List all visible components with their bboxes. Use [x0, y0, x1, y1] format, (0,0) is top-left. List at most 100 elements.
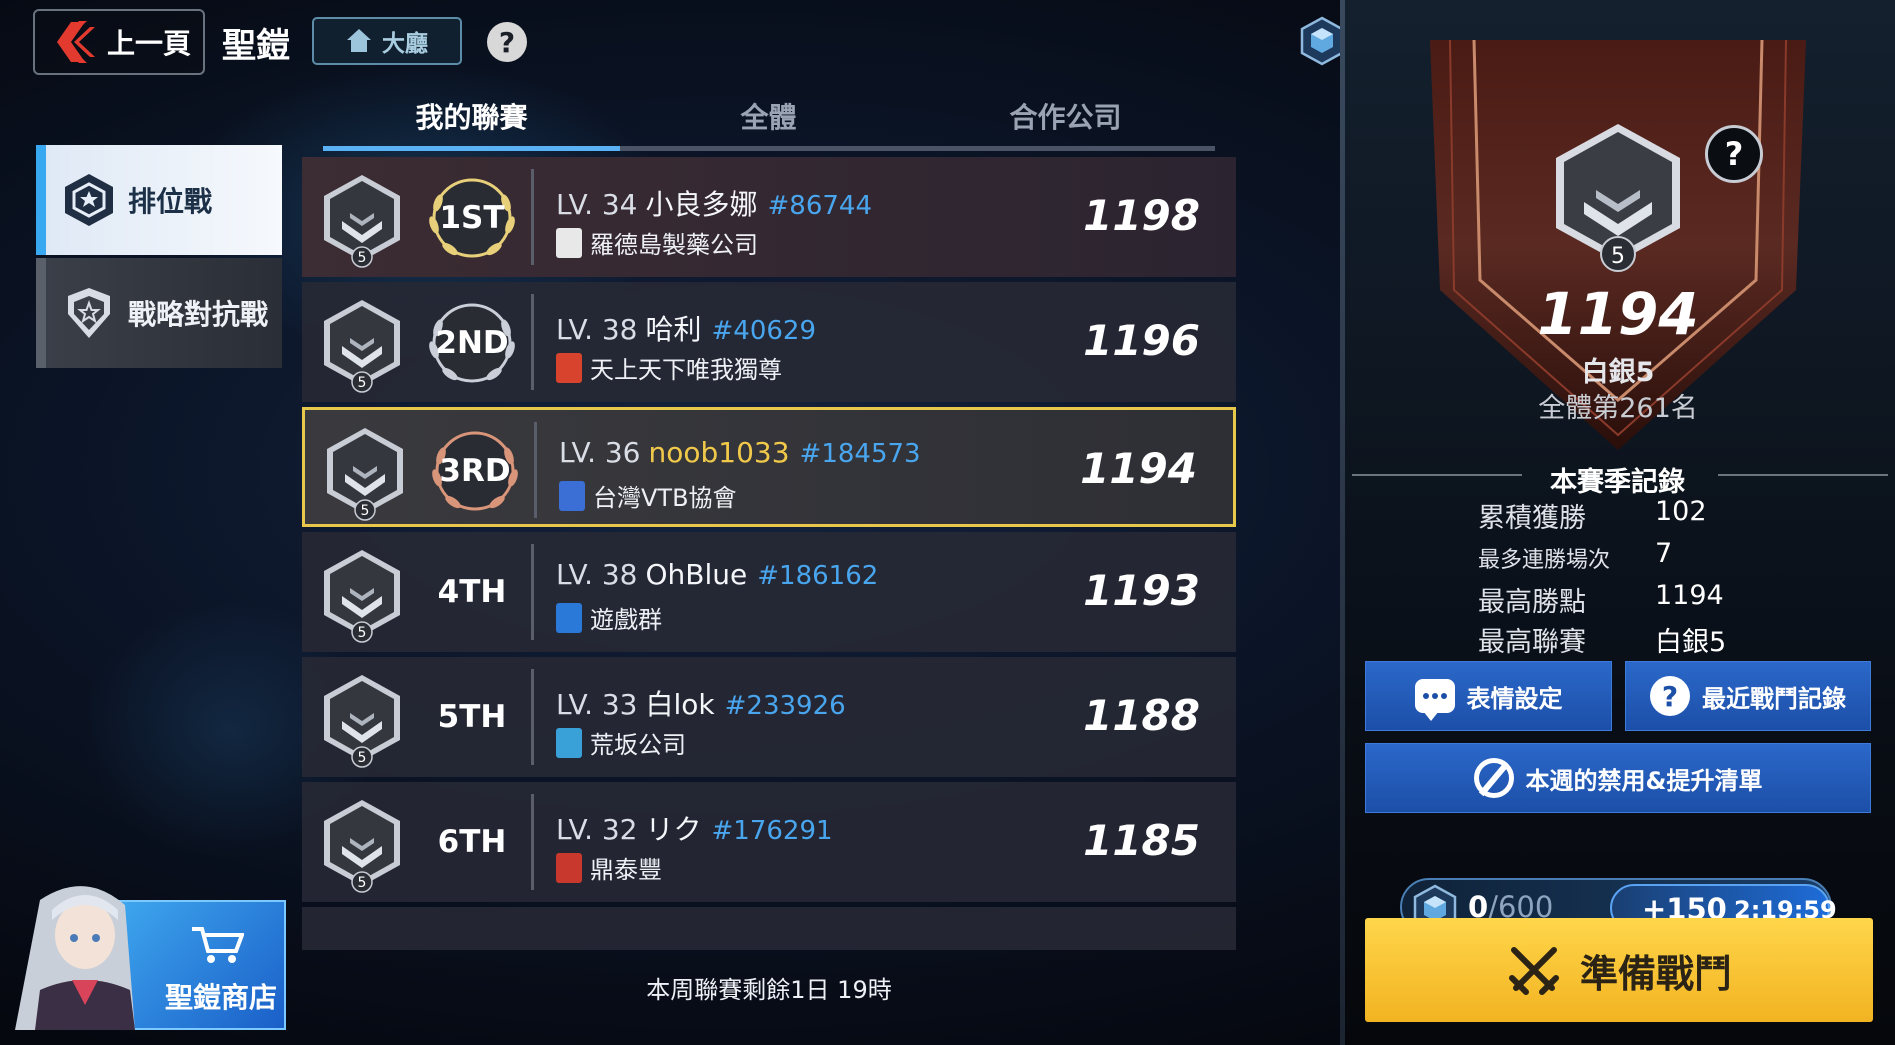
sidebar-item-label: 排位戰	[128, 185, 213, 218]
chat-bubble-icon	[1414, 679, 1455, 721]
tier-badge-icon: 5	[323, 426, 407, 522]
ranking-row[interactable]: 5 3RD LV. 36 noob1033 #184573 台灣VTB協會 11…	[302, 407, 1236, 527]
ranking-list[interactable]: 5 1ST LV. 34 小良多娜 #86744 羅德島製藥公司 1198 5 …	[302, 157, 1236, 950]
player-name: 小良多娜	[645, 188, 758, 221]
tab-partner-company[interactable]: 合作公司	[917, 96, 1214, 136]
back-chevron-icon	[57, 19, 97, 65]
silver-rank-badge-icon: 5	[1548, 120, 1688, 280]
tier-number: 5	[358, 625, 367, 641]
player-info: LV. 38 OhBlue #186162	[556, 558, 878, 591]
stat-label: 最高勝點	[1478, 587, 1586, 618]
rank-help-question-icon[interactable]: ?	[1705, 125, 1763, 183]
league-tabs: 我的聯賽 全體 合作公司	[323, 96, 1215, 152]
player-info: LV. 36 noob1033 #184573	[559, 436, 921, 469]
stat-value: 白銀5	[1655, 627, 1727, 658]
tabs-active-indicator	[323, 146, 620, 151]
player-tag: #176291	[711, 816, 833, 846]
back-button[interactable]: 上一頁	[33, 9, 205, 75]
sidebar-item-ranked[interactable]: 排位戰	[36, 145, 282, 255]
ban-list-label: 本週的禁用&提升清單	[1525, 766, 1763, 795]
sidebar-item-label: 戰略對抗戰	[128, 298, 269, 331]
ranking-row[interactable]: 5 1ST LV. 34 小良多娜 #86744 羅德島製藥公司 1198	[302, 157, 1236, 277]
row-divider	[531, 669, 534, 765]
ranking-row[interactable]: 5 2ND LV. 38 哈利 #40629 天上天下唯我獨尊 1196	[302, 282, 1236, 402]
guild-info: 遊戲群	[556, 600, 662, 635]
player-name: OhBlue	[645, 558, 748, 591]
stat-value: 1194	[1655, 580, 1724, 611]
player-level: LV. 38	[556, 558, 638, 591]
player-score: 1196	[1083, 316, 1200, 365]
row-divider	[531, 294, 534, 390]
lobby-button[interactable]: 大廳	[312, 17, 462, 65]
rank-label: 5TH	[437, 699, 507, 735]
player-level: LV. 33	[556, 688, 638, 721]
guild-name: 荒坂公司	[590, 731, 686, 759]
player-info: LV. 33 白lok #233926	[556, 683, 846, 723]
shopping-cart-icon	[190, 925, 245, 965]
tier-badge-icon: 5	[320, 798, 404, 894]
ban-icon	[1473, 758, 1514, 798]
player-name: 白lok	[645, 688, 715, 721]
guild-name: 鼎泰豐	[590, 856, 662, 884]
row-divider	[531, 544, 534, 640]
player-level: LV. 38	[556, 313, 638, 346]
player-tag: #186162	[757, 561, 879, 591]
row-divider	[534, 422, 537, 518]
guild-name: 台灣VTB協會	[593, 484, 737, 512]
guild-name: 天上天下唯我獨尊	[590, 356, 782, 384]
rank-label: 6TH	[437, 824, 507, 860]
stat-label: 最多連勝場次	[1478, 548, 1611, 573]
shop-label: 聖鎧商店	[165, 981, 278, 1014]
tier-number: 5	[358, 750, 367, 766]
big-badge-tier: 5	[1611, 244, 1625, 269]
guild-emblem-icon	[556, 227, 582, 258]
guild-emblem-icon	[556, 352, 582, 383]
rank-label: 1ST	[439, 200, 505, 236]
tab-all[interactable]: 全體	[620, 96, 917, 136]
rank-medal-icon: 3RD	[423, 424, 527, 518]
tier-badge-icon: 5	[320, 173, 404, 269]
battle-history-button[interactable]: ? 最近戰鬥記錄	[1625, 661, 1871, 731]
player-tag: #184573	[799, 439, 921, 469]
ban-list-button[interactable]: 本週的禁用&提升清單	[1365, 743, 1871, 813]
rank-medal-icon: 2ND	[420, 296, 524, 390]
help-question-icon[interactable]: ?	[487, 22, 527, 62]
emote-settings-label: 表情設定	[1466, 684, 1563, 713]
guild-emblem-icon	[559, 480, 585, 511]
player-tag: #86744	[767, 191, 873, 221]
rank-medal-icon: 1ST	[420, 171, 524, 265]
guild-emblem-icon	[556, 727, 582, 758]
prepare-battle-button[interactable]: 準備戰鬥	[1365, 918, 1873, 1022]
ranking-row[interactable]: 5 4TH LV. 38 OhBlue #186162 遊戲群 1193	[302, 532, 1236, 652]
player-tag: #40629	[711, 316, 817, 346]
ranking-row-partial[interactable]	[302, 907, 1236, 950]
player-name: noob1033	[648, 436, 790, 469]
stat-value: 102	[1655, 496, 1707, 527]
lobby-label: 大廳	[382, 31, 428, 57]
shop-button[interactable]: 聖鎧商店	[0, 880, 290, 1030]
tier-number: 5	[358, 250, 367, 266]
crossed-swords-icon	[1506, 942, 1562, 998]
guild-emblem-icon	[556, 602, 582, 633]
tier-number: 5	[358, 875, 367, 891]
tab-my-league[interactable]: 我的聯賽	[323, 96, 620, 136]
guild-info: 羅德島製藥公司	[556, 225, 758, 260]
stat-value: 7	[1655, 538, 1673, 569]
my-score: 1194	[1537, 280, 1699, 348]
back-label: 上一頁	[107, 27, 192, 60]
hex-crystal-icon	[1300, 16, 1344, 66]
emote-settings-button[interactable]: 表情設定	[1365, 661, 1612, 731]
ranking-row[interactable]: 5 5TH LV. 33 白lok #233926 荒坂公司 1188	[302, 657, 1236, 777]
tier-number: 5	[358, 375, 367, 391]
guild-info: 荒坂公司	[556, 725, 686, 760]
guild-name: 遊戲群	[590, 606, 662, 634]
player-info: LV. 34 小良多娜 #86744	[556, 183, 872, 223]
rank-label: 3RD	[439, 453, 511, 489]
player-level: LV. 36	[559, 436, 641, 469]
character-portrait	[0, 880, 170, 1030]
strategy-shield-icon	[60, 284, 118, 342]
ranking-row[interactable]: 5 6TH LV. 32 リク #176291 鼎泰豐 1185	[302, 782, 1236, 902]
player-score: 1185	[1083, 816, 1200, 865]
sidebar-item-strategy[interactable]: 戰略對抗戰	[36, 258, 282, 368]
player-level: LV. 32	[556, 813, 638, 846]
